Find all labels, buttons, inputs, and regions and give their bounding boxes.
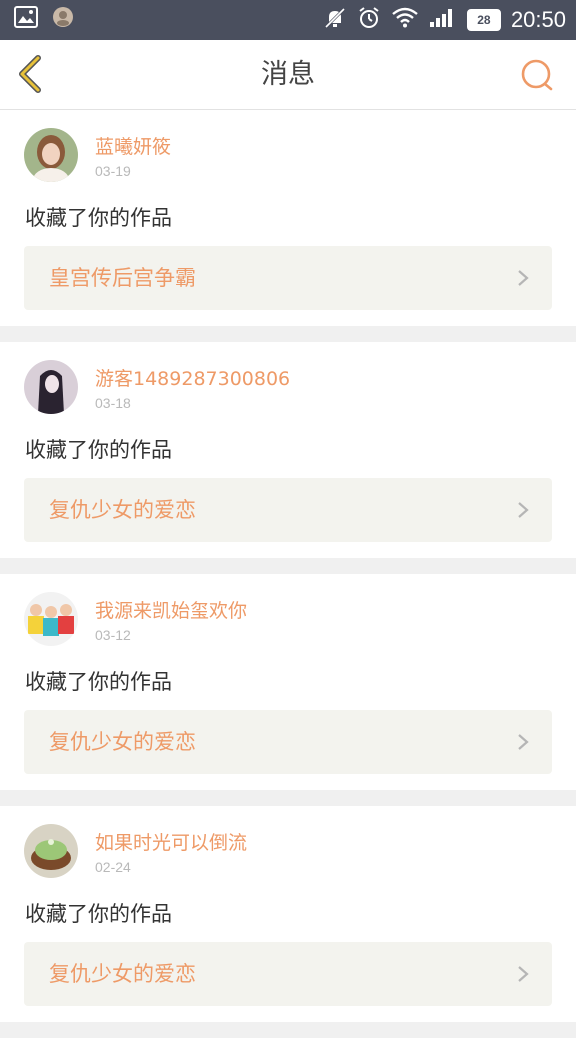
message-date: 03-12 <box>95 627 131 643</box>
username[interactable]: 我源来凯始玺欢你 <box>95 596 247 623</box>
message-list: 蓝曦妍筱 03-19 收藏了你的作品 皇宫传后宫争霸 游客14892873008… <box>0 110 576 1038</box>
chevron-right-icon <box>518 270 529 286</box>
message-card: 游客1489287300806 03-18 收藏了你的作品 复仇少女的爱恋 <box>0 342 576 558</box>
signal-icon <box>429 6 457 34</box>
work-link[interactable]: 复仇少女的爱恋 <box>24 710 552 774</box>
message-card: 如果时光可以倒流 02-24 收藏了你的作品 复仇少女的爱恋 <box>0 806 576 1022</box>
work-link[interactable]: 复仇少女的爱恋 <box>24 478 552 542</box>
top-nav-bar: 消息 <box>0 40 576 110</box>
work-title: 复仇少女的爱恋 <box>49 962 196 986</box>
work-title: 复仇少女的爱恋 <box>49 730 196 754</box>
clock: 20:50 <box>510 7 566 32</box>
battery-icon: 28 <box>466 9 501 31</box>
avatar[interactable] <box>24 824 78 878</box>
search-button[interactable] <box>518 56 558 96</box>
message-card: 我源来凯始玺欢你 03-12 收藏了你的作品 复仇少女的爱恋 <box>0 574 576 790</box>
action-text: 收藏了你的作品 <box>25 438 172 462</box>
username[interactable]: 如果时光可以倒流 <box>95 828 247 855</box>
chevron-right-icon <box>518 966 529 982</box>
mute-icon <box>323 6 347 34</box>
chevron-right-icon <box>518 502 529 518</box>
gallery-notification-icon <box>14 6 38 34</box>
message-date: 03-19 <box>95 163 131 179</box>
message-date: 02-24 <box>95 859 131 875</box>
avatar[interactable] <box>24 360 78 414</box>
alarm-icon <box>357 6 381 34</box>
app-notification-icon <box>52 6 74 34</box>
search-icon <box>521 59 553 91</box>
work-link[interactable]: 复仇少女的爱恋 <box>24 942 552 1006</box>
work-title: 皇宫传后宫争霸 <box>49 266 196 290</box>
message-date: 03-18 <box>95 395 131 411</box>
work-link[interactable]: 皇宫传后宫争霸 <box>24 246 552 310</box>
avatar[interactable] <box>24 128 78 182</box>
username[interactable]: 游客1489287300806 <box>95 364 290 391</box>
status-bar: 28 20:50 <box>0 0 576 40</box>
message-card: 蓝曦妍筱 03-19 收藏了你的作品 皇宫传后宫争霸 <box>0 110 576 326</box>
wifi-icon <box>391 6 419 34</box>
action-text: 收藏了你的作品 <box>25 670 172 694</box>
work-title: 复仇少女的爱恋 <box>49 498 196 522</box>
avatar[interactable] <box>24 592 78 646</box>
chevron-right-icon <box>518 734 529 750</box>
action-text: 收藏了你的作品 <box>25 902 172 926</box>
username[interactable]: 蓝曦妍筱 <box>95 132 171 159</box>
action-text: 收藏了你的作品 <box>25 206 172 230</box>
page-title: 消息 <box>261 59 315 90</box>
